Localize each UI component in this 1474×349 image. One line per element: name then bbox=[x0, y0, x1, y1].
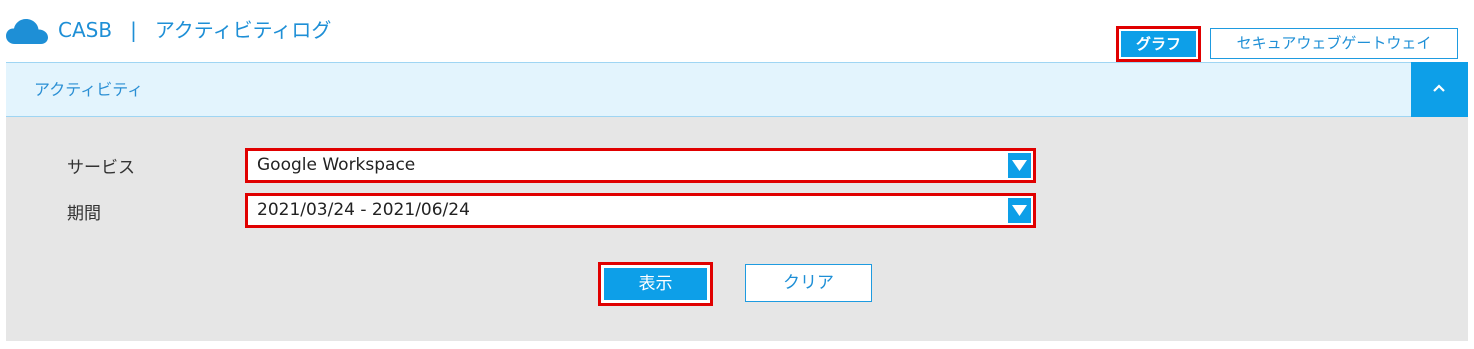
period-select-value: 2021/03/24 - 2021/06/24 bbox=[257, 200, 470, 220]
period-dropdown-arrow[interactable] bbox=[1008, 198, 1031, 223]
service-select-value: Google Workspace bbox=[257, 155, 416, 175]
app-name: CASB bbox=[58, 18, 113, 42]
graph-button[interactable]: グラフ bbox=[1121, 31, 1196, 57]
service-label: サービス bbox=[67, 158, 135, 178]
title-separator: | bbox=[130, 18, 137, 42]
collapse-button[interactable] bbox=[1411, 62, 1468, 117]
graph-button-highlight: グラフ bbox=[1116, 26, 1201, 62]
activity-panel-body: サービス Google Workspace 期間 2021/03/24 - 20… bbox=[6, 117, 1468, 341]
period-label: 期間 bbox=[67, 204, 101, 224]
chevron-up-icon bbox=[1433, 84, 1445, 92]
cloud-icon bbox=[6, 19, 48, 44]
caret-down-icon bbox=[1012, 205, 1027, 216]
panel-title: アクティビティ bbox=[34, 80, 144, 99]
page-header: CASB | アクティビティログ グラフ セキュアウェブゲートウェイ bbox=[0, 0, 1474, 62]
show-button-highlight: 表示 bbox=[598, 262, 713, 306]
secure-web-gateway-button[interactable]: セキュアウェブゲートウェイ bbox=[1210, 28, 1458, 59]
page-title: アクティビティログ bbox=[154, 18, 332, 42]
service-dropdown-arrow[interactable] bbox=[1008, 153, 1031, 178]
service-select[interactable]: Google Workspace bbox=[245, 148, 1036, 183]
caret-down-icon bbox=[1012, 160, 1027, 171]
activity-panel-header[interactable]: アクティビティ bbox=[6, 62, 1468, 117]
app-title: CASB | アクティビティログ bbox=[58, 14, 331, 46]
period-select[interactable]: 2021/03/24 - 2021/06/24 bbox=[245, 193, 1036, 228]
clear-button[interactable]: クリア bbox=[745, 264, 872, 302]
show-button[interactable]: 表示 bbox=[604, 268, 707, 300]
